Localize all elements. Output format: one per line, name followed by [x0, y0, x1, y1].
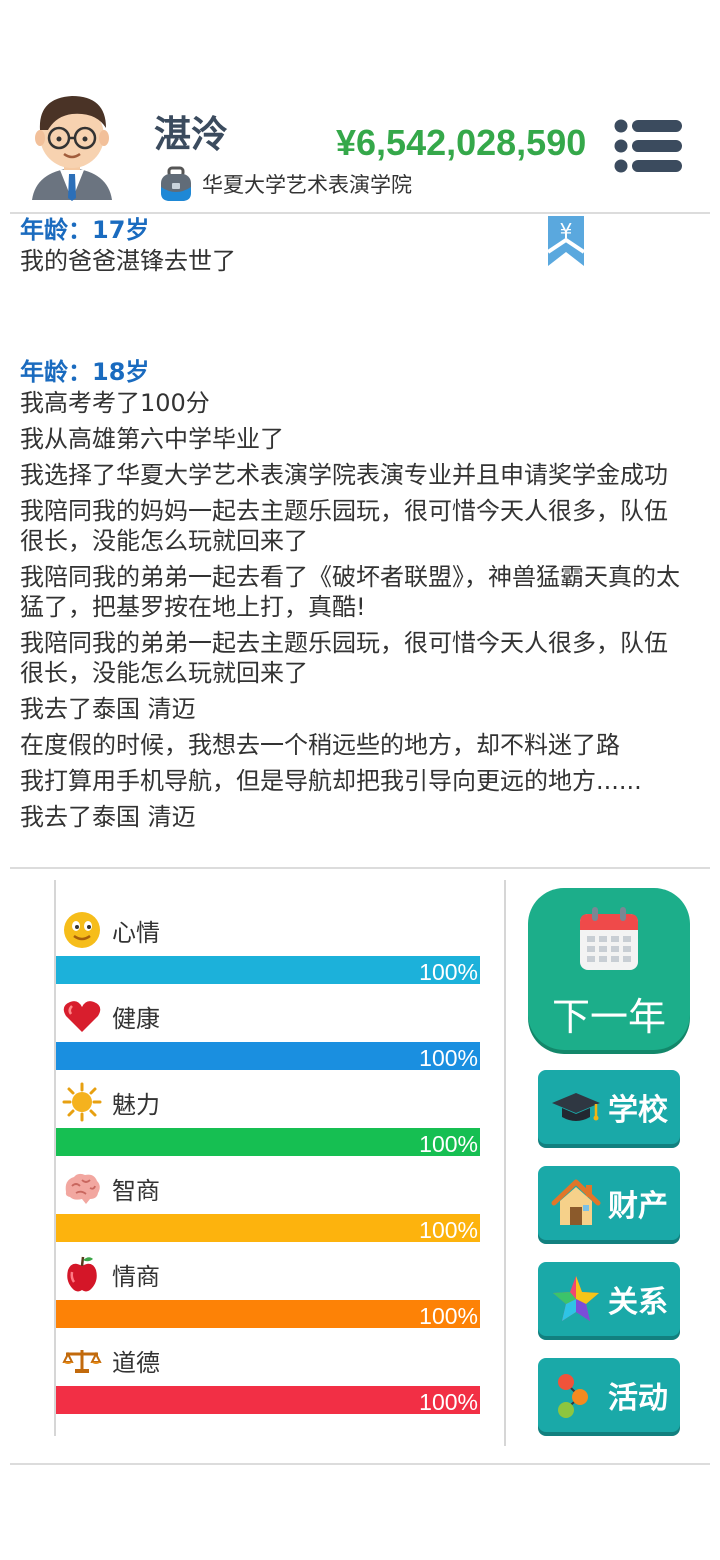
stat-bar: 100% — [56, 1386, 480, 1415]
property-label: 财产 — [608, 1189, 668, 1224]
stat-label: 心情 — [62, 910, 160, 950]
stat-bar-fill — [56, 1386, 480, 1414]
profile-header: 湛泠 华夏大学艺术表演学院 ¥6,542,028,590 — [0, 0, 720, 214]
stat-label: 魅力 — [62, 1082, 160, 1122]
log-divider — [10, 867, 710, 869]
dots-icon — [558, 1374, 588, 1418]
sun-icon — [62, 1082, 102, 1122]
log-line: 我陪同我的弟弟一起去主题乐园玩，很可惜今天人很多，队伍很长，没能怎么玩就回来了 — [20, 629, 668, 687]
stat-label: 道德 — [62, 1340, 160, 1380]
stat-iq: 智商 100% — [56, 1138, 486, 1243]
stat-name: 智商 — [112, 1176, 160, 1205]
money-balance: ¥6,542,028,590 — [336, 122, 587, 163]
stat-value: 100% — [419, 1389, 478, 1415]
stat-name: 道德 — [112, 1348, 160, 1377]
heart-icon — [63, 1001, 101, 1032]
apple-icon — [67, 1256, 97, 1292]
stat-health: 健康 100% — [56, 966, 486, 1071]
menu-icon[interactable] — [612, 117, 684, 175]
log-line: 我去了泰国 清迈 — [20, 803, 196, 831]
stat-name: 健康 — [112, 1004, 160, 1033]
stat-name: 情商 — [112, 1262, 160, 1291]
bookmark-yen-icon[interactable]: ¥ — [546, 216, 586, 268]
log-line: 我从高雄第六中学毕业了 — [20, 425, 284, 453]
stat-label: 智商 — [62, 1168, 160, 1208]
scales-icon — [62, 1350, 102, 1373]
school-label: 学校 — [608, 1093, 668, 1128]
school-row: 华夏大学艺术表演学院 — [158, 164, 412, 204]
stat-charm: 魅力 100% — [56, 1052, 486, 1157]
brain-icon — [65, 1173, 100, 1204]
school-name: 华夏大学艺术表演学院 — [202, 173, 412, 197]
bottom-divider — [10, 1463, 710, 1465]
log-line: 我陪同我的妈妈一起去主题乐园玩，很可惜今天人很多，队伍很长，没能怎么玩就回来了 — [20, 497, 668, 555]
activities-button[interactable]: 活动 — [538, 1358, 680, 1432]
calendar-icon — [580, 907, 638, 970]
relations-label: 关系 — [608, 1285, 668, 1320]
log-line: 我选择了华夏大学艺术表演学院表演专业并且申请奖学金成功 — [20, 461, 668, 489]
life-log[interactable]: 年龄：17岁 我的爸爸湛锋去世了 年龄：18岁 我高考考了100分 我从高雄第六… — [0, 214, 720, 858]
log-line: 我的爸爸湛锋去世了 — [20, 247, 236, 275]
activities-label: 活动 — [608, 1381, 668, 1416]
stat-morality: 道德 100% — [56, 1310, 486, 1415]
log-line: 我去了泰国 清迈 — [20, 695, 196, 723]
age-heading: 年龄：18岁 — [20, 358, 150, 386]
next-year-label: 下一年 — [551, 995, 666, 1039]
stat-name: 魅力 — [112, 1090, 160, 1119]
smiley-icon — [64, 912, 100, 948]
stat-label: 健康 — [62, 996, 160, 1036]
log-line: 在度假的时候，我想去一个稍远些的地方，却不料迷了路 — [20, 731, 620, 759]
stat-name: 心情 — [112, 918, 160, 947]
avatar[interactable] — [26, 90, 118, 202]
log-line: 我陪同我的弟弟一起去看了《破坏者联盟》，神兽猛霸天真的太猛了，把基罗按在地上打，… — [20, 563, 680, 621]
stat-mood: 心情 100% — [56, 880, 486, 985]
log-line: 我打算用手机导航，但是导航却把我引导向更远的地方...... — [20, 767, 642, 795]
player-name: 湛泠 — [154, 113, 228, 156]
stat-label: 情商 — [62, 1254, 160, 1294]
relations-button[interactable]: 关系 — [538, 1262, 680, 1336]
bookmark-yen-symbol: ¥ — [560, 219, 573, 243]
next-year-button[interactable]: 下一年 — [528, 888, 690, 1050]
property-button[interactable]: 财产 — [538, 1166, 680, 1240]
stats-panel: 心情 100% 健康 100% 魅力 100% 智商 100% 情商 100% … — [54, 880, 486, 1436]
log-line: 我高考考了100分 — [20, 389, 210, 417]
age-heading: 年龄：17岁 — [20, 216, 150, 244]
house-icon — [551, 1179, 601, 1225]
school-button[interactable]: 学校 — [538, 1070, 680, 1144]
schoolbag-icon — [161, 166, 191, 201]
star-icon — [553, 1276, 599, 1321]
panel-divider — [504, 880, 506, 1446]
log-gap — [20, 282, 690, 356]
life-log-content: 年龄：17岁 我的爸爸湛锋去世了 年龄：18岁 我高考考了100分 我从高雄第六… — [20, 214, 690, 838]
stat-eq: 情商 100% — [56, 1224, 486, 1329]
graduation-cap-icon — [552, 1093, 600, 1121]
